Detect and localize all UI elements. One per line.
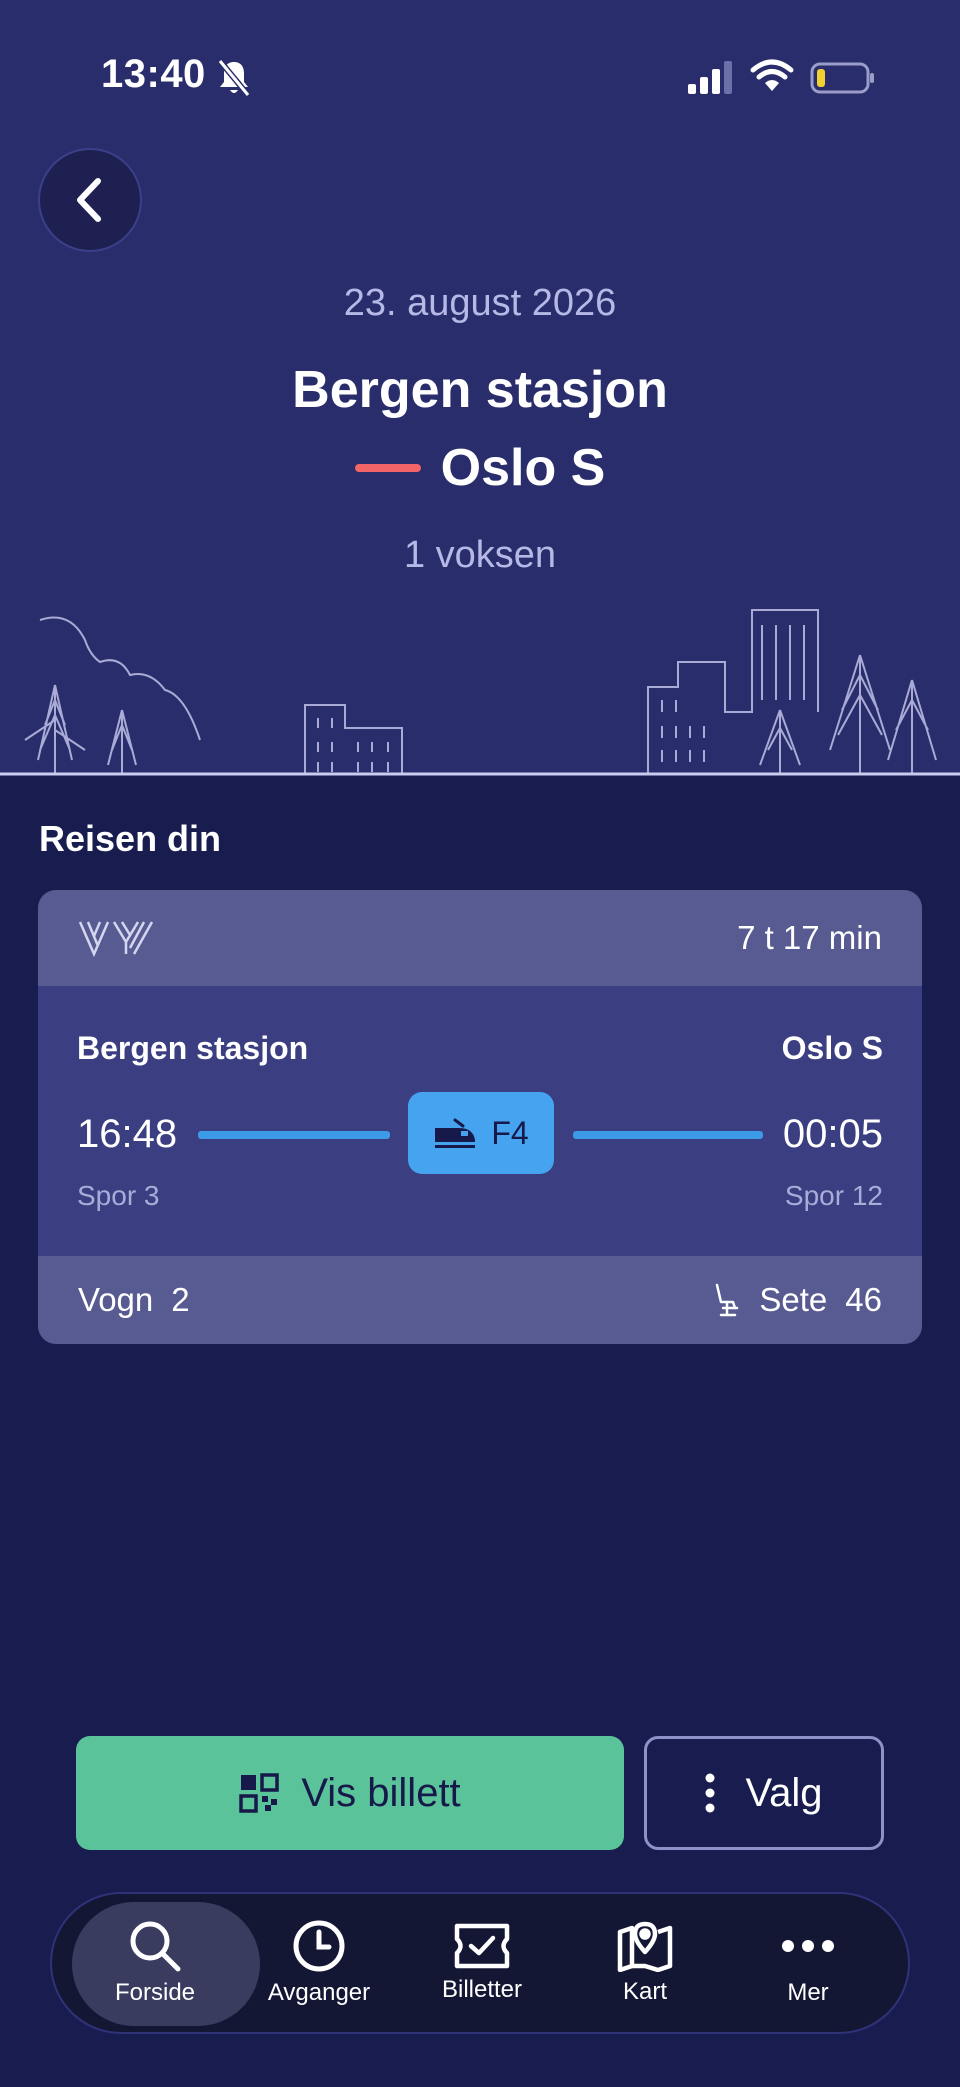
nav-item-mer[interactable]: Mer: [727, 1894, 889, 2032]
wifi-icon: [750, 59, 794, 91]
battery-low-icon: [810, 62, 874, 94]
seat-info: Sete 46: [713, 1281, 882, 1319]
status-bar: 13:40: [0, 0, 960, 160]
silent-bell-icon: [217, 59, 251, 97]
journey-card-footer: Vogn 2 Sete 46: [38, 1256, 922, 1344]
show-ticket-button[interactable]: Vis billett: [76, 1736, 624, 1850]
route-line-left: [198, 1131, 390, 1139]
show-ticket-label: Vis billett: [301, 1770, 461, 1815]
hero-header: 13:40 23. august 2026 Bergen stasjon Osl…: [0, 0, 960, 776]
train-line-label: F4: [491, 1114, 529, 1151]
seat-label: Sete: [759, 1281, 828, 1318]
nav-label: Kart: [622, 1978, 667, 2005]
nav-label: Avganger: [267, 1979, 371, 2006]
back-button[interactable]: [38, 148, 142, 252]
nav-label: Mer: [787, 1979, 829, 2006]
nav-item-kart[interactable]: Kart: [564, 1894, 726, 2032]
ticket-icon: [454, 1923, 510, 1969]
nav-item-billetter[interactable]: Billetter: [401, 1894, 563, 2032]
departure-time: 16:48: [77, 1112, 178, 1156]
nav-label: Forside: [114, 1979, 196, 2006]
more-icon: [782, 1940, 834, 1952]
skyline-illustration: [0, 609, 960, 776]
wagon-info: Vogn 2: [78, 1281, 190, 1319]
seat-icon: [716, 1283, 739, 1317]
section-title: Reisen din: [39, 818, 222, 859]
trip-origin: Bergen stasjon: [292, 361, 668, 419]
arrival-station: Oslo S: [781, 1030, 883, 1066]
more-vertical-icon: [705, 1773, 715, 1813]
journey-card[interactable]: 7 t 17 min Bergen stasjon Oslo S 16:48 F…: [38, 890, 922, 1344]
clock-icon: [293, 1920, 345, 1972]
bottom-navigation: Forside Avganger Billetter Kart Mer: [50, 1892, 910, 2034]
route-dash: [354, 464, 421, 472]
wagon-number: 2: [171, 1281, 190, 1318]
chevron-left-icon: [77, 178, 101, 222]
journey-duration: 7 t 17 min: [737, 919, 882, 956]
cellular-signal-icon: [688, 61, 732, 94]
vy-logo: [78, 921, 154, 958]
nav-label: Billetter: [441, 1976, 523, 2003]
train-icon: [435, 1118, 476, 1148]
arrival-time: 00:05: [782, 1112, 883, 1156]
search-icon: [130, 1921, 181, 1972]
arrival-track: Spor 12: [784, 1180, 883, 1211]
route-line-right: [573, 1131, 763, 1139]
trip-destination-row: Oslo S: [0, 438, 960, 498]
departure-track: Spor 3: [77, 1180, 160, 1211]
train-line-badge: F4: [408, 1092, 554, 1174]
journey-card-header: 7 t 17 min: [38, 890, 922, 986]
trip-destination: Oslo S: [440, 439, 606, 497]
wagon-label: Vogn: [78, 1281, 154, 1318]
trip-date: 23. august 2026: [343, 282, 617, 324]
options-button[interactable]: Valg: [644, 1736, 884, 1850]
map-icon: [617, 1921, 673, 1972]
seat-number: 46: [845, 1281, 882, 1318]
trip-passengers: 1 voksen: [403, 534, 557, 576]
departure-station: Bergen stasjon: [77, 1030, 309, 1066]
options-label: Valg: [745, 1770, 823, 1815]
nav-item-avganger[interactable]: Avganger: [238, 1894, 400, 2032]
nav-item-forside[interactable]: Forside: [72, 1894, 260, 2032]
qr-code-icon: [239, 1773, 280, 1813]
status-time: 13:40: [101, 52, 206, 96]
